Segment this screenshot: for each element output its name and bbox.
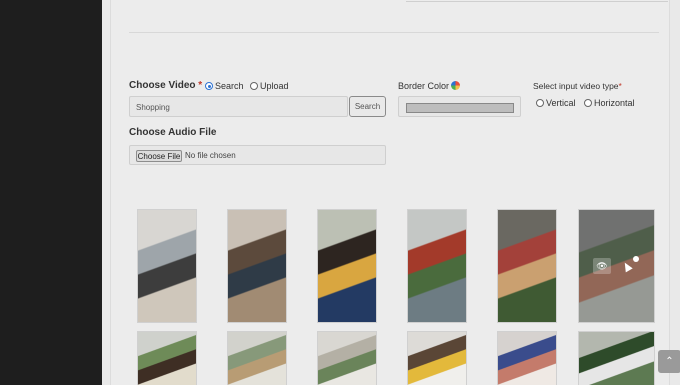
video-type-required-mark: * [618,81,622,91]
video-source-radios: Search Upload [205,81,289,91]
search-button[interactable]: Search [349,96,386,117]
border-color-text: Border Color [398,81,450,91]
video-thumbnail-plant-shelf[interactable] [137,331,197,385]
video-thumbnail-shelf-decor[interactable] [317,331,377,385]
video-thumbnail-market-stall[interactable] [497,209,557,323]
choose-video-text: Choose Video [129,80,196,91]
dark-sidebar [0,0,102,385]
vertical-radio[interactable] [536,99,544,107]
main-content: Choose Video * Search Upload Shopping Se… [102,0,680,385]
border-color-swatch[interactable] [406,103,514,113]
video-type-label: Select input video type* [533,81,622,91]
video-thumbnail-market-flowers[interactable] [407,209,467,323]
upload-radio[interactable] [250,82,259,90]
video-thumbnail-mother-child[interactable] [317,209,377,323]
choose-video-label: Choose Video * [129,80,202,91]
form-panel: Choose Video * Search Upload Shopping Se… [110,0,680,385]
search-radio-label[interactable]: Search [215,81,244,91]
horizontal-radio[interactable] [584,99,593,107]
video-thumbnail-man-portrait[interactable] [407,331,467,385]
select-dot-icon[interactable] [633,256,639,262]
section-divider [129,32,659,33]
file-status-text: No file chosen [185,151,236,160]
thumbnail-hover-overlay [579,210,654,322]
eye-preview-icon[interactable]: 👁 [593,258,611,274]
required-mark: * [198,80,203,91]
vertical-radio-label[interactable]: Vertical [546,98,576,108]
color-palette-icon [451,81,461,90]
search-radio[interactable] [205,82,213,90]
horizontal-radio-label[interactable]: Horizontal [594,98,635,108]
video-thumbnail-couple-unboxing[interactable] [227,209,287,323]
video-type-radios: Vertical Horizontal [536,98,635,108]
border-color-field[interactable] [398,96,521,117]
video-thumbnail-clothes-rack[interactable] [497,331,557,385]
video-type-text: Select input video type [533,81,619,91]
video-thumbnail-plant-store[interactable] [578,331,655,385]
upload-radio-label[interactable]: Upload [260,81,289,91]
video-search-input[interactable]: Shopping [129,96,348,117]
scroll-to-top-button[interactable]: ⌃ [658,350,680,373]
audio-file-input[interactable]: Choose File No file chosen [129,145,386,165]
border-color-label: Border Color [398,81,461,91]
video-thumbnail-room-interior[interactable] [227,331,287,385]
video-thumbnail-plant-shop[interactable]: 👁 [578,209,655,323]
top-field-edge [406,0,668,2]
choose-audio-label: Choose Audio File [129,127,217,138]
video-thumbnail-laptop-shopping[interactable] [137,209,197,323]
choose-file-button[interactable]: Choose File [136,150,182,162]
chevron-up-icon: ⌃ [665,356,674,367]
